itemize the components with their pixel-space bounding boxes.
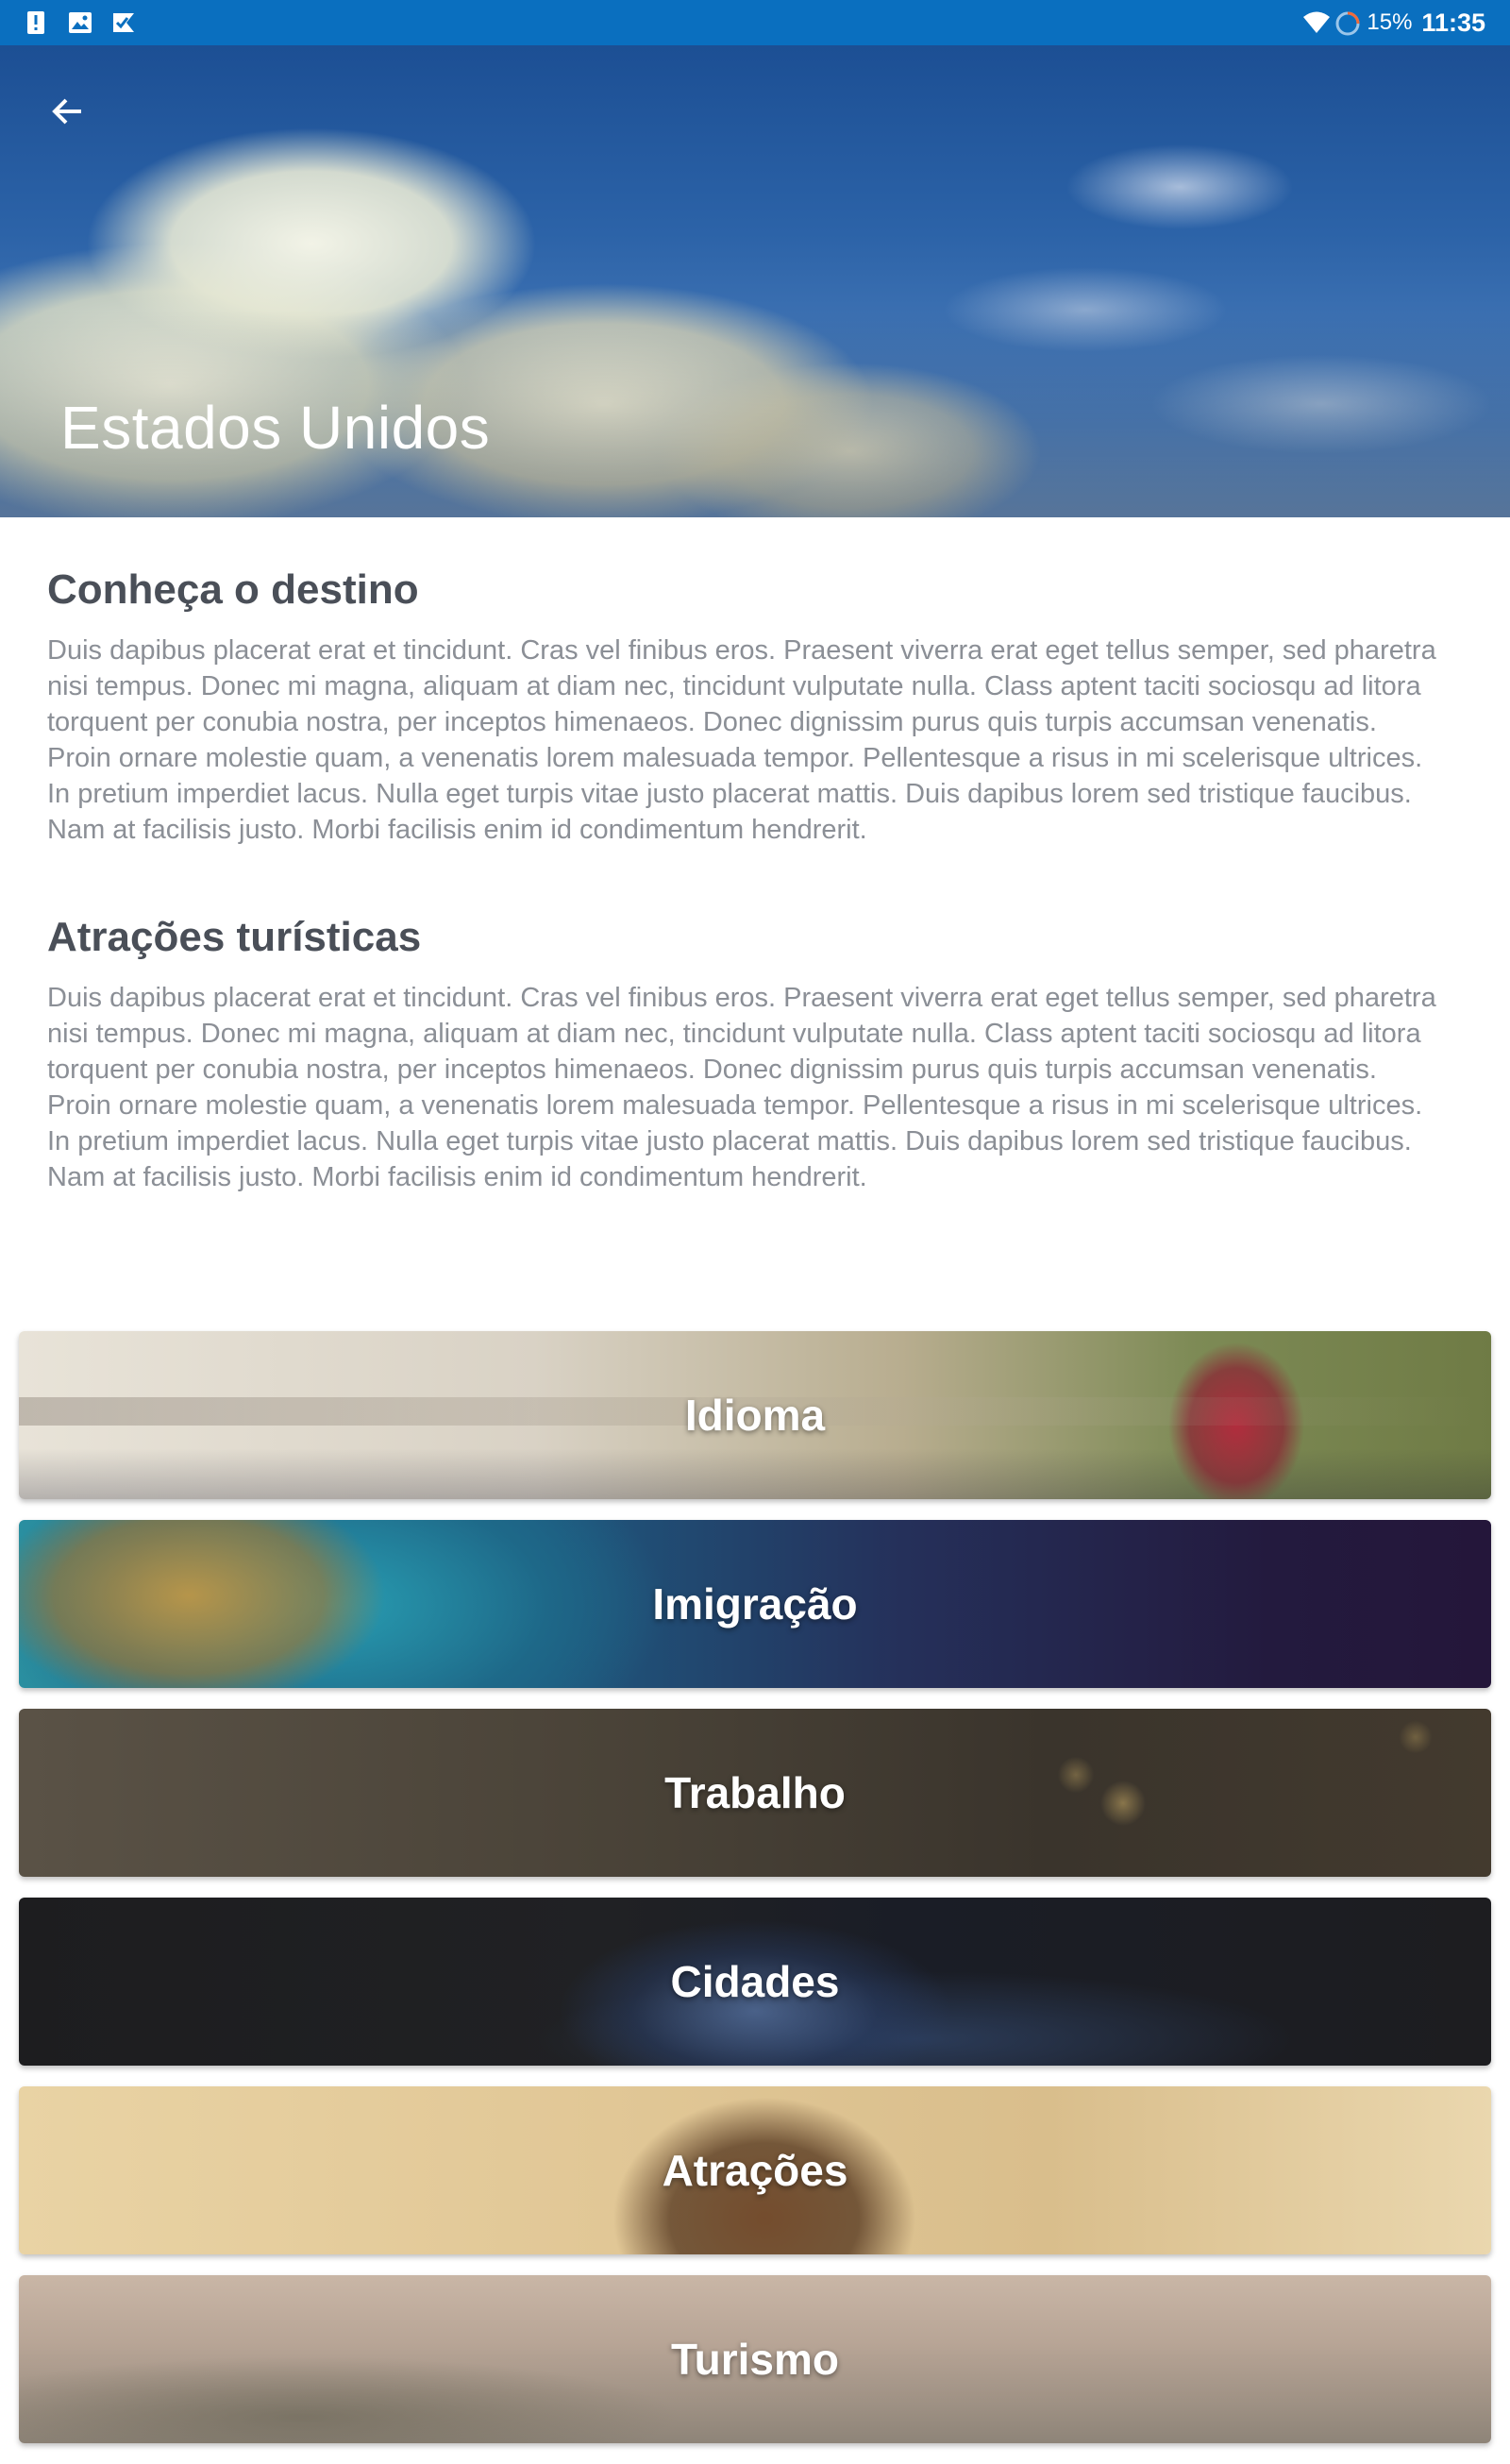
wifi-icon [1302, 10, 1331, 35]
hero-banner: Estados Unidos [0, 45, 1510, 517]
status-system: 15% 11:35 [1302, 8, 1485, 38]
sync-icon [1334, 10, 1360, 36]
status-bar: 15% 11:35 [0, 0, 1510, 45]
battery-text: 15% [1367, 9, 1413, 35]
section-destino: Conheça o destino Duis dapibus placerat … [47, 566, 1444, 848]
section-atracoes: Atrações turísticas Duis dapibus placera… [47, 914, 1444, 1195]
card-label: Imigração [652, 1579, 858, 1629]
content: Conheça o destino Duis dapibus placerat … [47, 566, 1444, 1195]
card-label: Trabalho [664, 1768, 846, 1817]
category-list: Idioma Imigração Trabalho Cidades Atraçõ… [19, 1331, 1491, 2464]
card-imigracao[interactable]: Imigração [19, 1520, 1491, 1688]
card-label: Turismo [670, 2335, 840, 2384]
section-body: Duis dapibus placerat erat et tincidunt.… [47, 983, 1436, 1192]
card-atracoes[interactable]: Atrações [19, 2086, 1491, 2254]
card-turismo[interactable]: Turismo [19, 2275, 1491, 2443]
section-body: Duis dapibus placerat erat et tincidunt.… [47, 635, 1436, 845]
section-title: Conheça o destino [47, 566, 419, 613]
card-trabalho[interactable]: Trabalho [19, 1709, 1491, 1877]
image-icon [68, 10, 92, 35]
clock: 11:35 [1421, 8, 1485, 37]
check-badge-icon [111, 10, 134, 35]
card-label: Atrações [662, 2146, 848, 2195]
page-title: Estados Unidos [60, 394, 491, 462]
card-cidades[interactable]: Cidades [19, 1898, 1491, 2066]
section-title: Atrações turísticas [47, 914, 422, 960]
alert-icon [25, 10, 47, 35]
status-notifications [25, 10, 134, 35]
card-label: Cidades [670, 1957, 840, 2006]
arrow-left-icon [49, 93, 87, 135]
card-idioma[interactable]: Idioma [19, 1331, 1491, 1499]
back-button[interactable] [38, 83, 98, 143]
card-label: Idioma [684, 1391, 826, 1440]
